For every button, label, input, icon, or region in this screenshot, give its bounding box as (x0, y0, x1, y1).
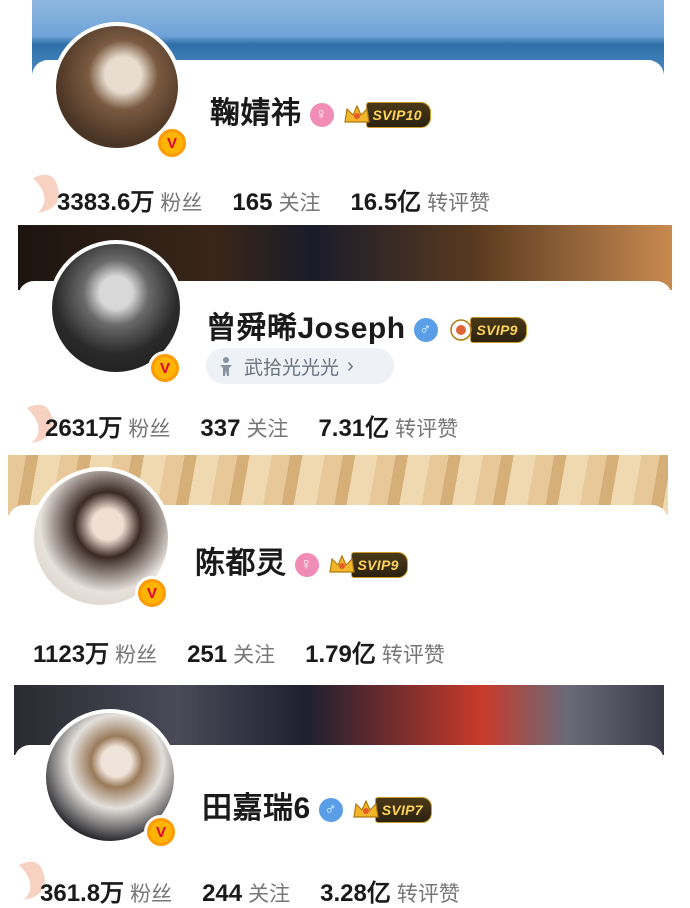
fans-label[interactable]: 粉丝 (128, 418, 170, 441)
profile-name-row: 田嘉瑞6 ♂ SVIP7 (202, 783, 432, 827)
fans-label[interactable]: 粉丝 (115, 644, 157, 667)
stats-row: 2631万 粉丝 337 关注 7.31亿 转评赞 (45, 408, 488, 443)
profile-name[interactable]: 陈都灵 (195, 547, 287, 580)
svip-level: SVIP9 (469, 317, 527, 344)
profile-name[interactable]: 田嘉瑞6 (202, 792, 311, 825)
svip-level: SVIP9 (350, 552, 408, 579)
stats-row: 3383.6万 粉丝 165 关注 16.5亿 转评赞 (57, 182, 520, 217)
tag-label: 武拾光光光 (244, 357, 340, 379)
interactions-count: 1.79亿 (305, 641, 376, 668)
crown-icon (343, 104, 370, 123)
verified-badge-icon: V (155, 126, 189, 160)
verified-badge-icon: V (148, 351, 182, 385)
following-count[interactable]: 244 (202, 880, 242, 907)
verified-badge-icon: V (144, 815, 178, 849)
interactions-label: 转评赞 (396, 883, 460, 906)
crown-icon (352, 799, 379, 818)
fans-label[interactable]: 粉丝 (160, 192, 202, 215)
profile-card-3[interactable]: V 陈都灵 ♀ SVIP9 1123万 粉丝 251 关注 1.79亿 转评赞 (0, 455, 690, 685)
following-count[interactable]: 337 (200, 415, 240, 442)
interactions-count: 16.5亿 (350, 189, 422, 216)
fans-count[interactable]: 1123万 (33, 641, 109, 668)
interactions-label: 转评赞 (427, 192, 491, 215)
svip-badge[interactable]: SVIP7 (351, 797, 432, 824)
fans-count[interactable]: 361.8万 (40, 880, 124, 907)
person-icon (220, 357, 232, 376)
svip-level: SVIP10 (365, 102, 431, 129)
crown-icon (328, 554, 355, 573)
tag-pill[interactable]: 武拾光光光 › (206, 348, 394, 384)
profile-card-4[interactable]: V 田嘉瑞6 ♂ SVIP7 361.8万 粉丝 244 关注 3.28亿 转评赞 (0, 685, 690, 908)
following-label[interactable]: 关注 (233, 644, 275, 667)
profile-card-2[interactable]: V 曾舜晞Joseph ♂ SVIP9 武拾光光光 › 2631万 粉丝 337 关注 7… (0, 225, 690, 455)
following-count[interactable]: 165 (232, 189, 272, 216)
profile-name-row: 曾舜晞Joseph ♂ SVIP9 (206, 303, 527, 347)
stats-row: 361.8万 粉丝 244 关注 3.28亿 转评赞 (40, 873, 490, 908)
fans-label[interactable]: 粉丝 (130, 883, 172, 906)
profile-card-1[interactable]: V 鞠婧祎 ♀ SVIP10 3383.6万 粉丝 165 关注 16.5亿 转评赞 (0, 0, 690, 225)
profile-name[interactable]: 曾舜晞Joseph (206, 312, 406, 345)
svip-badge[interactable]: SVIP10 (342, 102, 431, 129)
interactions-count: 3.28亿 (320, 880, 391, 907)
svip-badge[interactable]: SVIP9 (446, 317, 527, 344)
following-label[interactable]: 关注 (246, 418, 288, 441)
svip-badge[interactable]: SVIP9 (327, 552, 408, 579)
astronaut-icon (449, 319, 472, 341)
verified-badge-icon: V (135, 576, 169, 610)
interactions-label: 转评赞 (395, 418, 459, 441)
interactions-count: 7.31亿 (318, 415, 390, 442)
fans-count[interactable]: 3383.6万 (57, 189, 154, 216)
stats-row: 1123万 粉丝 251 关注 1.79亿 转评赞 (33, 634, 475, 669)
male-icon: ♂ (413, 318, 438, 343)
following-label[interactable]: 关注 (248, 883, 290, 906)
male-icon: ♂ (318, 798, 343, 823)
profile-name-row: 鞠婧祎 ♀ SVIP10 (210, 88, 431, 132)
female-icon: ♀ (309, 103, 334, 128)
following-count[interactable]: 251 (187, 641, 227, 668)
fans-count[interactable]: 2631万 (45, 415, 122, 442)
following-label[interactable]: 关注 (278, 192, 320, 215)
chevron-right-icon: › (347, 354, 354, 377)
profile-name-row: 陈都灵 ♀ SVIP9 (195, 538, 408, 582)
interactions-label: 转评赞 (381, 644, 445, 667)
profile-name[interactable]: 鞠婧祎 (210, 97, 302, 130)
female-icon: ♀ (294, 553, 319, 578)
svip-level: SVIP7 (374, 797, 432, 824)
